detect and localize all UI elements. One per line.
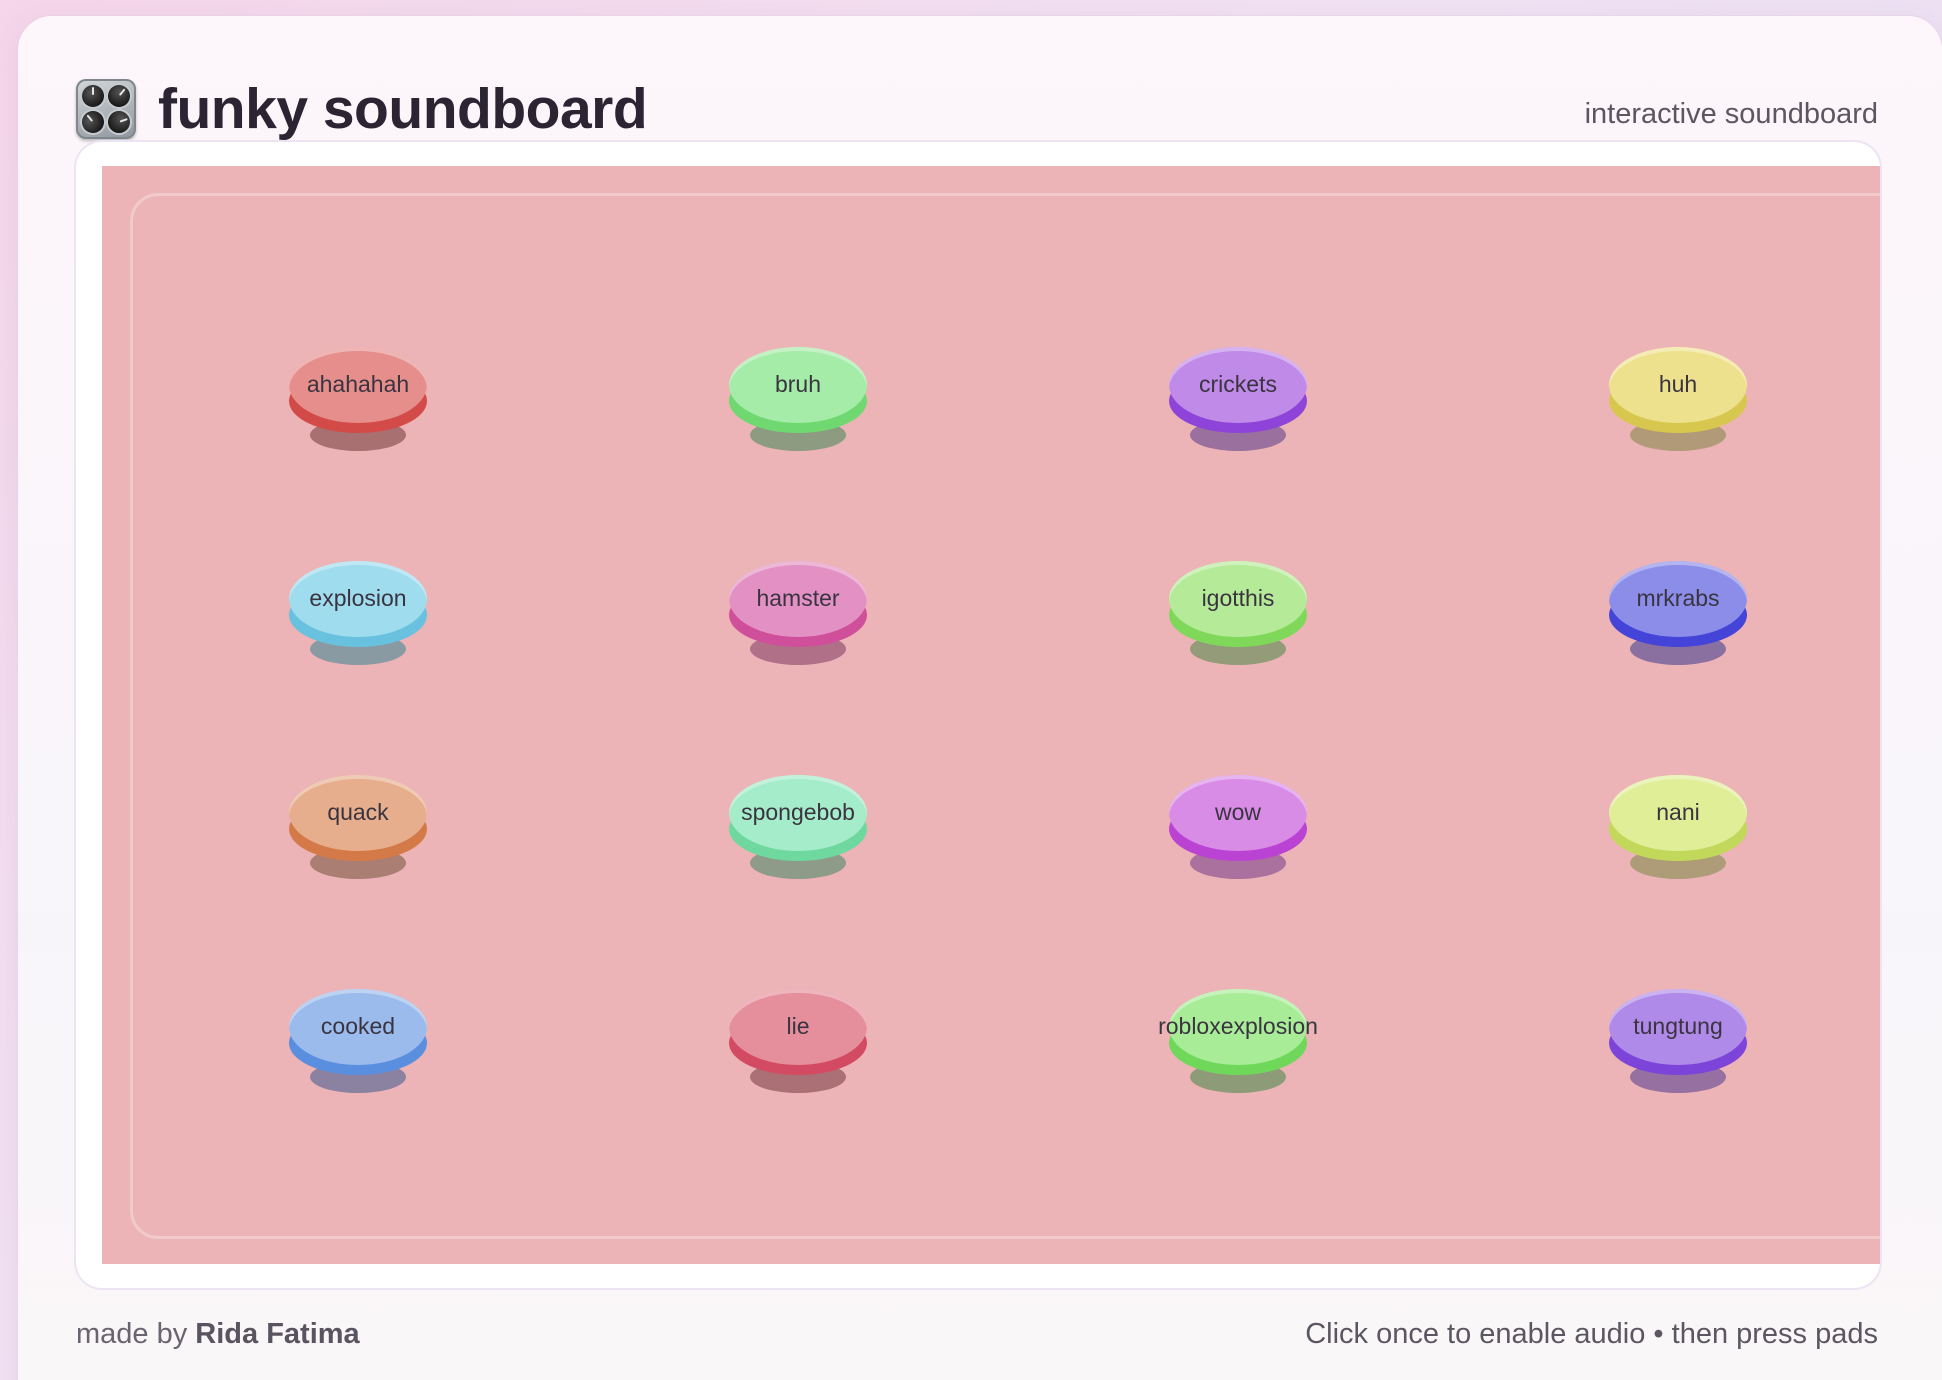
sound-pad-wow[interactable]: wow [1169,775,1307,885]
pad-label: spongebob [741,799,855,825]
sound-pad-quack[interactable]: quack [289,775,427,885]
sound-pad-huh[interactable]: huh [1609,347,1747,457]
sound-pad-nani[interactable]: nani [1609,775,1747,885]
sound-pad-crickets[interactable]: crickets [1169,347,1307,457]
page-subtitle: interactive soundboard [1584,98,1878,130]
knob-icon [77,106,109,138]
page-title: funky soundboard [158,77,648,141]
sound-pad-cooked[interactable]: cooked [289,989,427,1099]
knob-icon [103,80,135,112]
soundboard-surface: ahahahah bruh crickets huh explosion hamster i… [102,166,1880,1264]
app-header: funky soundboard [76,74,648,144]
author-name: Rida Fatima [195,1318,360,1350]
sound-pad-lie[interactable]: lie [729,989,867,1099]
pad-label: tungtung [1633,1013,1723,1039]
pad-label: cooked [320,1013,396,1039]
sound-pad-explosion[interactable]: explosion [289,561,427,671]
pad-label: huh [1658,371,1698,397]
sound-pad-robloxexplosion[interactable]: robloxexplosion [1158,989,1318,1099]
knob-icon [104,107,134,137]
credits: made by Rida Fatima [76,1318,360,1351]
sound-pad-tungtung[interactable]: tungtung [1609,989,1747,1099]
pad-label: crickets [1199,371,1277,397]
pad-label: nani [1656,799,1700,825]
pad-label: bruh [774,371,822,397]
pad-label: quack [327,799,389,825]
pad-label: mrkrabs [1636,585,1720,611]
pad-label: explosion [309,585,407,611]
control-knobs-icon [76,79,136,139]
soundboard-frame: ahahahah bruh crickets huh explosion hamster i… [76,142,1880,1288]
pad-label: wow [1214,799,1261,825]
sound-pad-bruh[interactable]: bruh [729,347,867,457]
sound-pad-spongebob[interactable]: spongebob [729,775,867,885]
pad-label: igotthis [1201,585,1275,611]
pad-label: lie [786,1013,810,1039]
sound-pad-hamster[interactable]: hamster [729,561,867,671]
pad-label: ahahahah [306,371,410,397]
knob-icon [82,85,104,107]
audio-hint: Click once to enable audio • then press … [1305,1318,1878,1350]
credits-prefix: made by [76,1318,196,1350]
pad-label: robloxexplosion [1158,1013,1318,1039]
sound-pad-igotthis[interactable]: igotthis [1169,561,1307,671]
sound-pad-ahahahah[interactable]: ahahahah [289,347,427,457]
sound-pad-mrkrabs[interactable]: mrkrabs [1609,561,1747,671]
pad-label: hamster [756,585,840,611]
